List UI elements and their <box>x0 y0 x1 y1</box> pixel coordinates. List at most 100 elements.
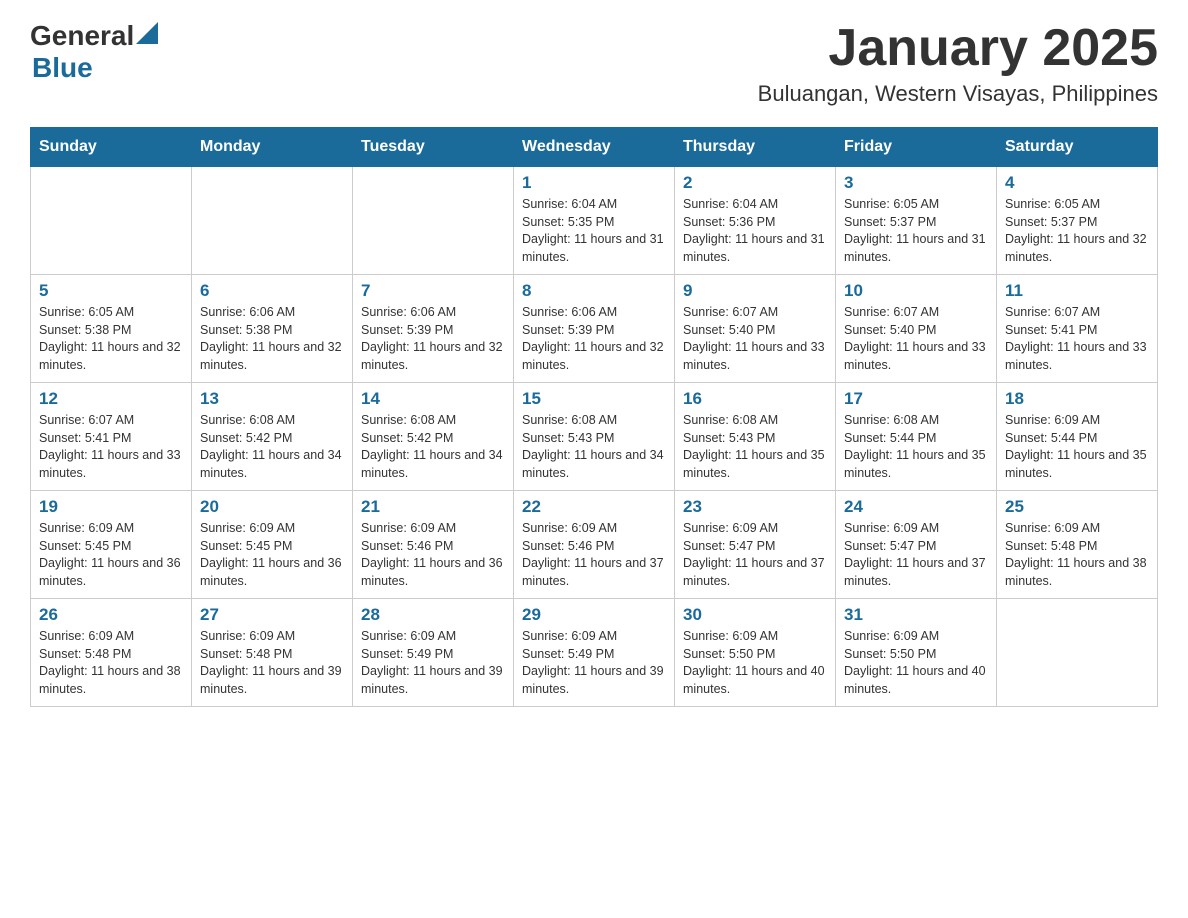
calendar-cell: 31 Sunrise: 6:09 AMSunset: 5:50 PMDayligh… <box>836 599 997 707</box>
calendar-cell: 2 Sunrise: 6:04 AMSunset: 5:36 PMDaylight… <box>675 167 836 275</box>
calendar-cell: 25 Sunrise: 6:09 AMSunset: 5:48 PMDayligh… <box>997 491 1158 599</box>
day-info: Sunrise: 6:08 AMSunset: 5:44 PMDaylight:… <box>844 412 988 482</box>
calendar-cell: 5Sunrise: 6:05 AMSunset: 5:38 PMDaylight… <box>31 275 192 383</box>
calendar-week-1: 1 Sunrise: 6:04 AMSunset: 5:35 PMDaylight… <box>31 167 1158 275</box>
day-info: Sunrise: 6:09 AMSunset: 5:44 PMDaylight:… <box>1005 412 1149 482</box>
day-number: 21 <box>361 497 505 517</box>
calendar-cell: 3Sunrise: 6:05 AMSunset: 5:37 PMDaylight… <box>836 167 997 275</box>
day-number: 10 <box>844 281 988 301</box>
day-info: Sunrise: 6:09 AMSunset: 5:49 PMDaylight:… <box>361 628 505 698</box>
header-day-thursday: Thursday <box>675 128 836 167</box>
day-info: Sunrise: 6:09 AMSunset: 5:48 PMDaylight:… <box>39 628 183 698</box>
calendar-cell <box>31 167 192 275</box>
day-number: 6 <box>200 281 344 301</box>
day-info: Sunrise: 6:04 AMSunset: 5:35 PMDaylight:… <box>522 196 666 266</box>
calendar-week-5: 26 Sunrise: 6:09 AMSunset: 5:48 PMDayligh… <box>31 599 1158 707</box>
calendar-cell: 12 Sunrise: 6:07 AMSunset: 5:41 PMDayligh… <box>31 383 192 491</box>
day-number: 14 <box>361 389 505 409</box>
calendar-cell: 13 Sunrise: 6:08 AMSunset: 5:42 PMDayligh… <box>192 383 353 491</box>
day-number: 25 <box>1005 497 1149 517</box>
day-info: Sunrise: 6:09 AMSunset: 5:50 PMDaylight:… <box>683 628 827 698</box>
header-day-saturday: Saturday <box>997 128 1158 167</box>
calendar-header: SundayMondayTuesdayWednesdayThursdayFrid… <box>31 128 1158 167</box>
calendar-cell: 11 Sunrise: 6:07 AMSunset: 5:41 PMDayligh… <box>997 275 1158 383</box>
day-info: Sunrise: 6:05 AMSunset: 5:38 PMDaylight:… <box>39 304 183 374</box>
calendar-cell <box>353 167 514 275</box>
day-info: Sunrise: 6:09 AMSunset: 5:50 PMDaylight:… <box>844 628 988 698</box>
day-info: Sunrise: 6:09 AMSunset: 5:47 PMDaylight:… <box>683 520 827 590</box>
page-title: January 2025 <box>758 20 1158 77</box>
calendar-cell: 18 Sunrise: 6:09 AMSunset: 5:44 PMDayligh… <box>997 383 1158 491</box>
calendar-cell: 8Sunrise: 6:06 AMSunset: 5:39 PMDaylight… <box>514 275 675 383</box>
logo-text-general: General <box>30 20 134 52</box>
day-number: 17 <box>844 389 988 409</box>
calendar-cell: 30 Sunrise: 6:09 AMSunset: 5:50 PMDayligh… <box>675 599 836 707</box>
day-info: Sunrise: 6:09 AMSunset: 5:46 PMDaylight:… <box>361 520 505 590</box>
logo-text-blue: Blue <box>32 52 93 84</box>
day-info: Sunrise: 6:09 AMSunset: 5:48 PMDaylight:… <box>200 628 344 698</box>
calendar-cell: 28 Sunrise: 6:09 AMSunset: 5:49 PMDayligh… <box>353 599 514 707</box>
day-number: 7 <box>361 281 505 301</box>
calendar-cell: 23 Sunrise: 6:09 AMSunset: 5:47 PMDayligh… <box>675 491 836 599</box>
day-number: 30 <box>683 605 827 625</box>
day-info: Sunrise: 6:05 AMSunset: 5:37 PMDaylight:… <box>844 196 988 266</box>
calendar-cell: 1 Sunrise: 6:04 AMSunset: 5:35 PMDaylight… <box>514 167 675 275</box>
calendar-cell: 27Sunrise: 6:09 AMSunset: 5:48 PMDayligh… <box>192 599 353 707</box>
header-day-wednesday: Wednesday <box>514 128 675 167</box>
calendar-cell: 6Sunrise: 6:06 AMSunset: 5:38 PMDaylight… <box>192 275 353 383</box>
day-number: 24 <box>844 497 988 517</box>
calendar-cell: 29 Sunrise: 6:09 AMSunset: 5:49 PMDayligh… <box>514 599 675 707</box>
day-number: 29 <box>522 605 666 625</box>
day-number: 2 <box>683 173 827 193</box>
header-day-sunday: Sunday <box>31 128 192 167</box>
day-info: Sunrise: 6:07 AMSunset: 5:41 PMDaylight:… <box>39 412 183 482</box>
page-header: General Blue January 2025 Buluangan, Wes… <box>30 20 1158 107</box>
calendar-cell: 26 Sunrise: 6:09 AMSunset: 5:48 PMDayligh… <box>31 599 192 707</box>
day-number: 16 <box>683 389 827 409</box>
day-info: Sunrise: 6:08 AMSunset: 5:43 PMDaylight:… <box>683 412 827 482</box>
day-number: 28 <box>361 605 505 625</box>
title-block: January 2025 Buluangan, Western Visayas,… <box>758 20 1158 107</box>
day-info: Sunrise: 6:06 AMSunset: 5:39 PMDaylight:… <box>522 304 666 374</box>
day-info: Sunrise: 6:06 AMSunset: 5:39 PMDaylight:… <box>361 304 505 374</box>
logo: General Blue <box>30 20 159 84</box>
calendar-cell: 15Sunrise: 6:08 AMSunset: 5:43 PMDayligh… <box>514 383 675 491</box>
day-info: Sunrise: 6:09 AMSunset: 5:47 PMDaylight:… <box>844 520 988 590</box>
day-number: 26 <box>39 605 183 625</box>
page-subtitle: Buluangan, Western Visayas, Philippines <box>758 81 1158 107</box>
calendar-cell: 4Sunrise: 6:05 AMSunset: 5:37 PMDaylight… <box>997 167 1158 275</box>
day-info: Sunrise: 6:09 AMSunset: 5:45 PMDaylight:… <box>200 520 344 590</box>
day-info: Sunrise: 6:09 AMSunset: 5:48 PMDaylight:… <box>1005 520 1149 590</box>
day-number: 9 <box>683 281 827 301</box>
calendar-cell: 17 Sunrise: 6:08 AMSunset: 5:44 PMDayligh… <box>836 383 997 491</box>
day-info: Sunrise: 6:07 AMSunset: 5:40 PMDaylight:… <box>844 304 988 374</box>
calendar-cell: 22Sunrise: 6:09 AMSunset: 5:46 PMDayligh… <box>514 491 675 599</box>
calendar-week-2: 5Sunrise: 6:05 AMSunset: 5:38 PMDaylight… <box>31 275 1158 383</box>
day-number: 1 <box>522 173 666 193</box>
calendar-cell: 14 Sunrise: 6:08 AMSunset: 5:42 PMDayligh… <box>353 383 514 491</box>
calendar-cell: 20Sunrise: 6:09 AMSunset: 5:45 PMDayligh… <box>192 491 353 599</box>
day-info: Sunrise: 6:07 AMSunset: 5:41 PMDaylight:… <box>1005 304 1149 374</box>
day-info: Sunrise: 6:08 AMSunset: 5:42 PMDaylight:… <box>361 412 505 482</box>
day-number: 11 <box>1005 281 1149 301</box>
calendar-cell: 19 Sunrise: 6:09 AMSunset: 5:45 PMDayligh… <box>31 491 192 599</box>
day-info: Sunrise: 6:04 AMSunset: 5:36 PMDaylight:… <box>683 196 827 266</box>
day-info: Sunrise: 6:09 AMSunset: 5:49 PMDaylight:… <box>522 628 666 698</box>
day-number: 18 <box>1005 389 1149 409</box>
day-info: Sunrise: 6:09 AMSunset: 5:45 PMDaylight:… <box>39 520 183 590</box>
day-number: 4 <box>1005 173 1149 193</box>
calendar-cell: 7 Sunrise: 6:06 AMSunset: 5:39 PMDaylight… <box>353 275 514 383</box>
calendar-cell: 16 Sunrise: 6:08 AMSunset: 5:43 PMDayligh… <box>675 383 836 491</box>
day-info: Sunrise: 6:08 AMSunset: 5:42 PMDaylight:… <box>200 412 344 482</box>
day-number: 31 <box>844 605 988 625</box>
day-number: 12 <box>39 389 183 409</box>
calendar-cell: 21 Sunrise: 6:09 AMSunset: 5:46 PMDayligh… <box>353 491 514 599</box>
day-info: Sunrise: 6:07 AMSunset: 5:40 PMDaylight:… <box>683 304 827 374</box>
day-number: 19 <box>39 497 183 517</box>
calendar-cell <box>192 167 353 275</box>
header-day-monday: Monday <box>192 128 353 167</box>
day-number: 13 <box>200 389 344 409</box>
calendar-cell <box>997 599 1158 707</box>
day-number: 23 <box>683 497 827 517</box>
calendar-cell: 10 Sunrise: 6:07 AMSunset: 5:40 PMDayligh… <box>836 275 997 383</box>
